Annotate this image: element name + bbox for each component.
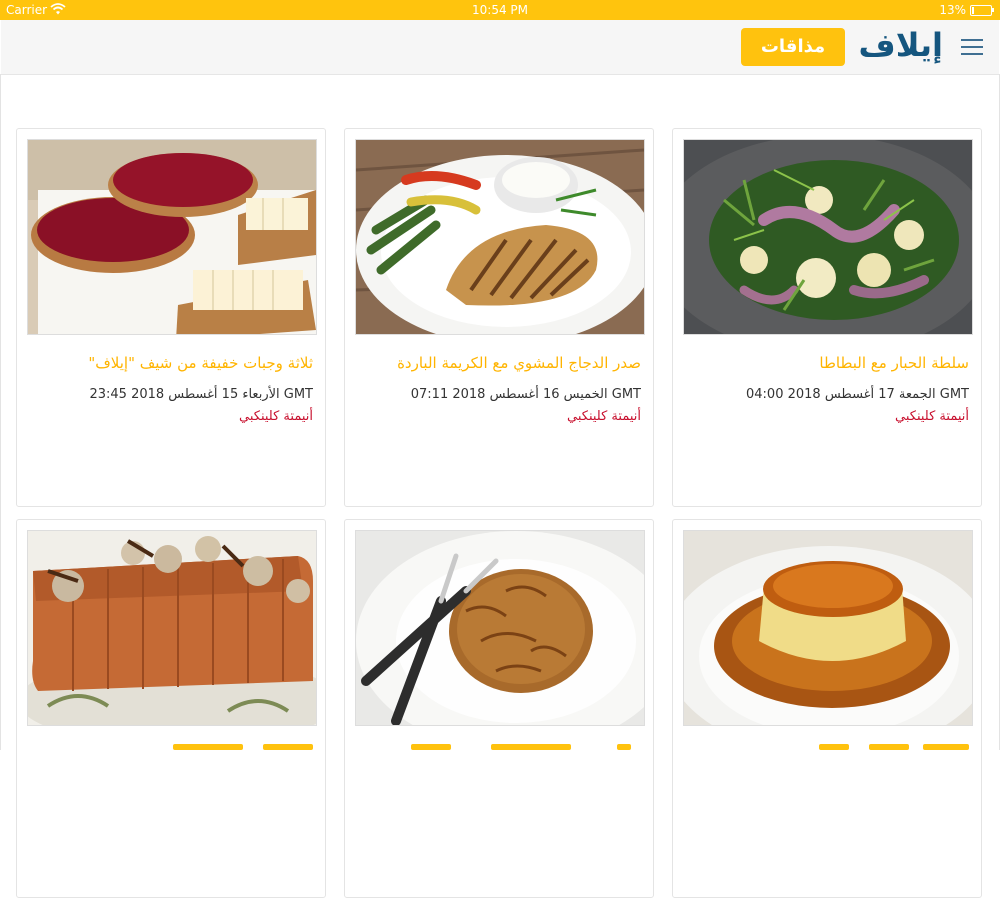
article-card[interactable]: صدر الدجاج المشوي مع الكريمة الباردة GMT…: [344, 128, 654, 507]
article-author[interactable]: أنيمتة كلينكبي: [27, 409, 313, 424]
article-card[interactable]: [344, 519, 654, 898]
battery-fill: [972, 7, 974, 14]
article-author[interactable]: أنيمتة كلينكبي: [355, 409, 641, 424]
article-title-cropped[interactable]: [355, 740, 641, 750]
jam-toast-cheese-photo[interactable]: [27, 139, 317, 335]
battery-icon: [970, 5, 994, 16]
article-card[interactable]: [16, 519, 326, 898]
article-title-cropped[interactable]: [27, 740, 313, 750]
page-border: [0, 74, 1, 750]
article-title[interactable]: سلطة الحبار مع البطاطا: [683, 354, 969, 372]
article-title[interactable]: صدر الدجاج المشوي مع الكريمة الباردة: [355, 354, 641, 372]
tastes-section-button[interactable]: مذاقات: [741, 28, 845, 66]
article-title[interactable]: ثلاثة وجبات خفيفة من شيف "إيلاف": [27, 354, 313, 372]
article-card[interactable]: ثلاثة وجبات خفيفة من شيف "إيلاف" GMT الأ…: [16, 128, 326, 507]
battery-percentage: 13%: [939, 3, 966, 17]
status-bar: Carrier 10:54 PM 13%: [0, 0, 1000, 20]
article-author[interactable]: أنيمتة كلينكبي: [683, 409, 969, 424]
article-title-cropped[interactable]: [683, 740, 969, 750]
clock: 10:54 PM: [472, 3, 528, 17]
caramel-flan-photo[interactable]: [683, 530, 973, 726]
hamburger-menu-icon[interactable]: [961, 39, 983, 55]
navigation-bar: إيلاف مذاقات: [1, 20, 999, 75]
grilled-chicken-breast-photo[interactable]: [355, 139, 645, 335]
article-date: GMT الأربعاء 15 أغسطس 2018 23:45: [89, 387, 313, 402]
fig-loaf-cake-photo[interactable]: [27, 530, 317, 726]
article-card[interactable]: سلطة الحبار مع البطاطا GMT الجمعة 17 أغس…: [672, 128, 982, 507]
site-logo[interactable]: إيلاف: [859, 26, 943, 64]
article-date: GMT الخميس 16 أغسطس 2018 07:11: [410, 387, 641, 402]
article-date: GMT الجمعة 17 أغسطس 2018 04:00: [746, 387, 969, 402]
octopus-potato-salad-photo[interactable]: [683, 139, 973, 335]
article-card[interactable]: [672, 519, 982, 898]
potato-rosti-photo[interactable]: [355, 530, 645, 726]
